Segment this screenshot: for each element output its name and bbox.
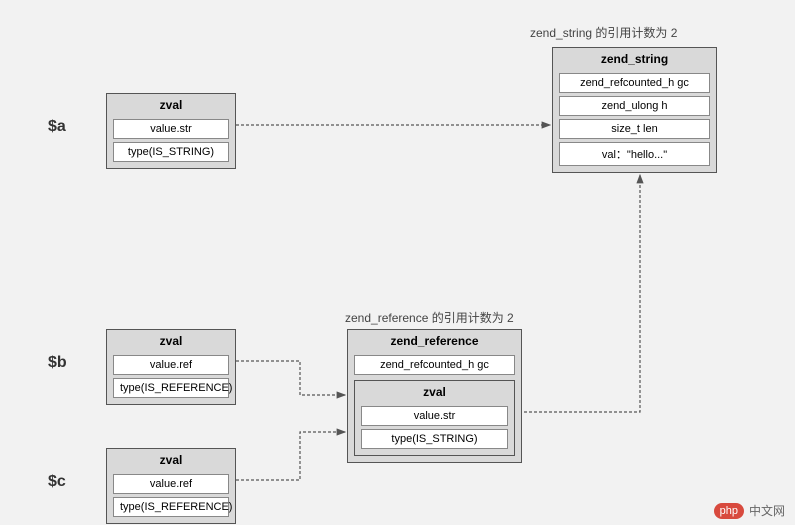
inner-zval-type: type(IS_STRING) — [361, 429, 508, 449]
inner-zval-value: value.str — [361, 406, 508, 426]
var-c-label: $c — [48, 473, 66, 491]
zval-a-type: type(IS_STRING) — [113, 142, 229, 162]
zend-string-box: zend_string zend_refcounted_h gc zend_ul… — [552, 47, 717, 173]
zval-c-box: zval value.ref type(IS_REFERENCE) — [106, 448, 236, 524]
var-a-label: $a — [48, 118, 66, 136]
zval-a-box: zval value.str type(IS_STRING) — [106, 93, 236, 169]
annotation-zend-string: zend_string 的引用计数为 2 — [530, 24, 677, 41]
zval-b-type: type(IS_REFERENCE) — [113, 378, 229, 398]
zend-string-val: val："hello..." — [559, 142, 710, 166]
zend-reference-gc: zend_refcounted_h gc — [354, 355, 515, 375]
zval-a-title: zval — [107, 94, 235, 116]
zend-string-gc: zend_refcounted_h gc — [559, 73, 710, 93]
zval-a-value: value.str — [113, 119, 229, 139]
zval-b-title: zval — [107, 330, 235, 352]
zval-c-title: zval — [107, 449, 235, 471]
zval-b-value: value.ref — [113, 355, 229, 375]
annotation-zend-reference: zend_reference 的引用计数为 2 — [345, 309, 514, 326]
zval-c-type: type(IS_REFERENCE) — [113, 497, 229, 517]
zend-string-h: zend_ulong h — [559, 96, 710, 116]
zend-reference-title: zend_reference — [348, 330, 521, 352]
watermark: php 中文网 — [714, 502, 785, 519]
zend-reference-box: zend_reference zend_refcounted_h gc zval… — [347, 329, 522, 463]
watermark-logo: php — [714, 503, 744, 519]
zend-reference-inner-zval: zval value.str type(IS_STRING) — [354, 380, 515, 456]
var-b-label: $b — [48, 354, 67, 372]
zend-string-len: size_t len — [559, 119, 710, 139]
watermark-text: 中文网 — [749, 502, 785, 519]
zval-b-box: zval value.ref type(IS_REFERENCE) — [106, 329, 236, 405]
zend-string-title: zend_string — [553, 48, 716, 70]
inner-zval-title: zval — [355, 381, 514, 403]
zval-c-value: value.ref — [113, 474, 229, 494]
